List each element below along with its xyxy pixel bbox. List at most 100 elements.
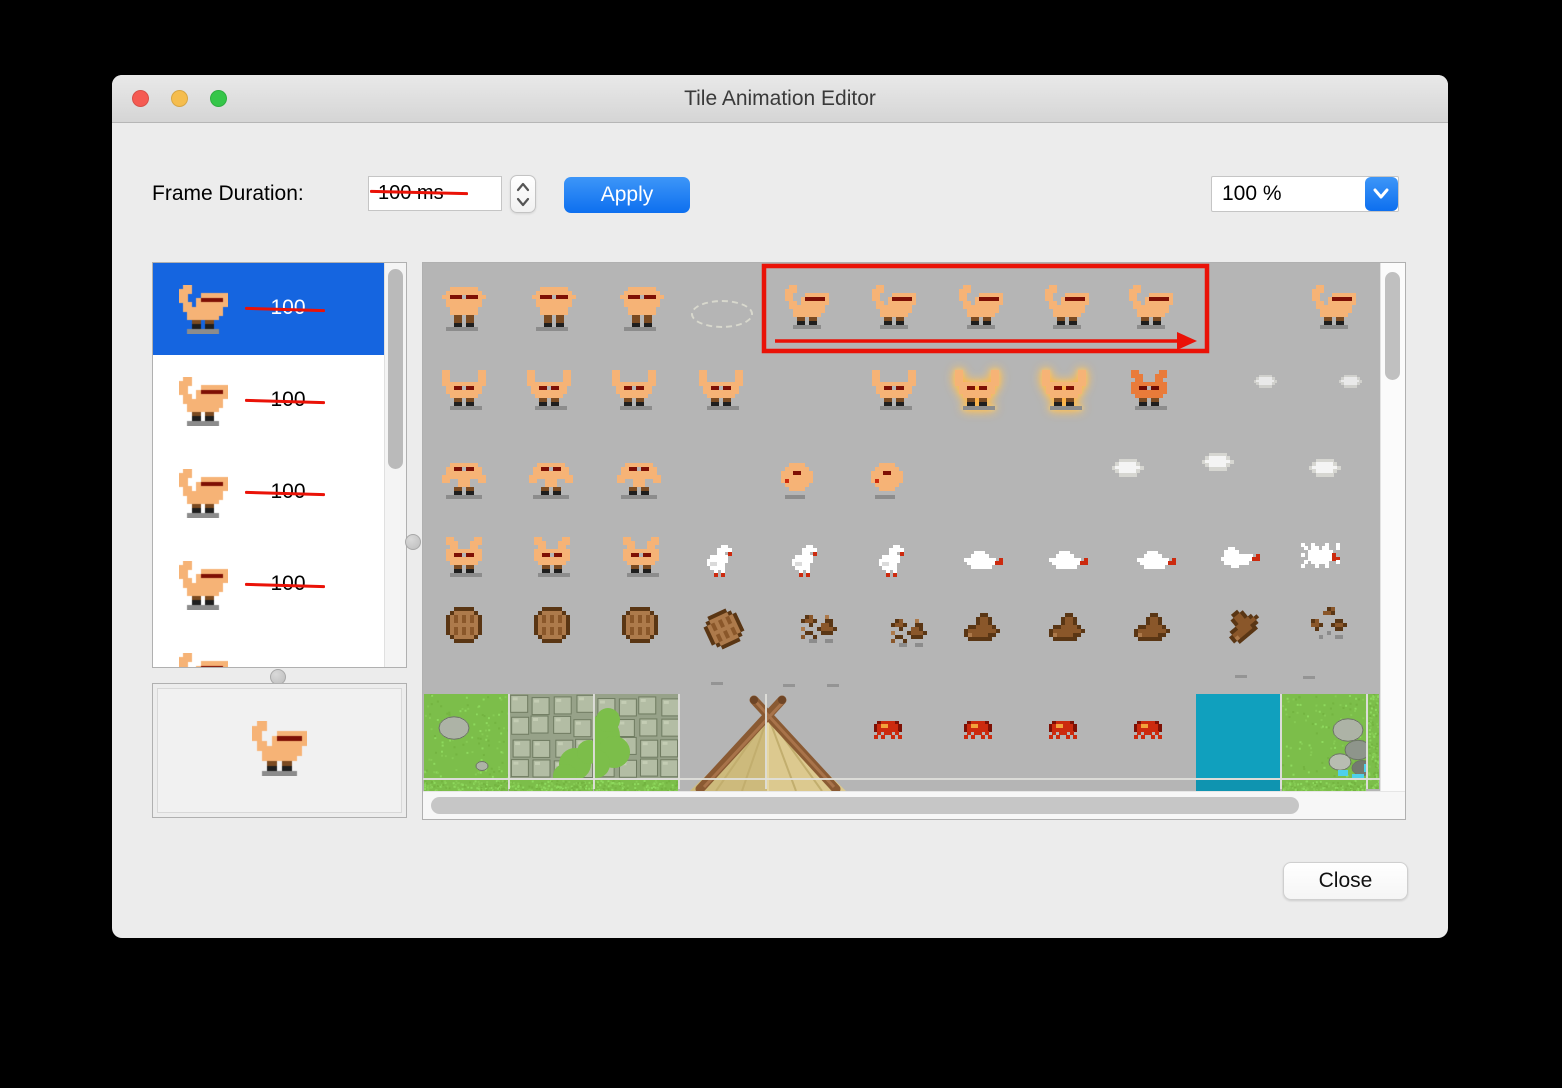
- tile-sprite-raise[interactable]: [959, 285, 1003, 329]
- tile-sprite-speck[interactable]: [783, 684, 795, 687]
- tile-sprite-crab[interactable]: [1134, 721, 1166, 739]
- tile-sprite-barrel[interactable]: [622, 607, 658, 643]
- tile-sprite-raise[interactable]: [1129, 285, 1173, 329]
- tile-gridline: [765, 694, 767, 789]
- tile-sprite-chickexplode[interactable]: [1301, 543, 1347, 568]
- tile-sprite-greenfrag[interactable]: [1368, 694, 1379, 789]
- tile-sprite-raise[interactable]: [785, 285, 829, 329]
- zoom-select[interactable]: 100 %: [1211, 176, 1399, 212]
- tile-sprite-grass[interactable]: [424, 694, 508, 778]
- tile-sprite-speck[interactable]: [827, 684, 839, 687]
- tileset-panel: [422, 262, 1406, 820]
- tile-sprite-chickfly[interactable]: [1137, 551, 1179, 572]
- tile-sprite-speck[interactable]: [1235, 675, 1247, 678]
- tile-sprite-grasswater[interactable]: [1282, 694, 1366, 778]
- tile-sprite-flex[interactable]: [442, 537, 486, 577]
- frame-list-item[interactable]: 100: [153, 539, 385, 631]
- tile-sprite-wide[interactable]: [527, 370, 571, 410]
- tile-sprite-speck[interactable]: [1303, 676, 1315, 679]
- tileset-horizontal-scrollbar[interactable]: [423, 791, 1405, 819]
- tile-sprite-crab[interactable]: [1049, 721, 1081, 739]
- tile-sprite-logtumble[interactable]: [1218, 599, 1268, 647]
- tile-sprite-rolled[interactable]: [867, 463, 911, 499]
- tile-sprite-wide[interactable]: [872, 370, 916, 410]
- frame-list-item[interactable]: 100: [153, 447, 385, 539]
- tile-sprite-stand[interactable]: [532, 287, 580, 331]
- frame-list[interactable]: 100 100 100 100 100: [152, 262, 407, 668]
- tileset-content[interactable]: [423, 263, 1380, 791]
- tile-sprite-barrel[interactable]: [446, 607, 482, 643]
- minimize-window-icon[interactable]: [171, 90, 188, 107]
- titlebar[interactable]: Tile Animation Editor: [112, 75, 1448, 123]
- tile-gridline: [1280, 694, 1282, 789]
- tile-sprite-rolled[interactable]: [777, 463, 821, 499]
- tile-sprite-crab[interactable]: [964, 721, 996, 739]
- tile-sprite-water[interactable]: [1196, 694, 1280, 778]
- frame-list-scrollbar[interactable]: [384, 263, 406, 667]
- tile-animation-editor-window: Tile Animation Editor Frame Duration: 10…: [112, 75, 1448, 938]
- tile-sprite-crouch[interactable]: [442, 459, 486, 499]
- frame-list-item[interactable]: 100: [153, 631, 385, 667]
- tile-sprite-puff[interactable]: [1202, 453, 1234, 471]
- tile-sprite-flex[interactable]: [530, 537, 574, 577]
- tile-sprite-chicken[interactable]: [879, 545, 911, 577]
- tile-sprite-chicken[interactable]: [707, 545, 739, 577]
- frame-list-item[interactable]: 100: [153, 355, 385, 447]
- tile-sprite-chickfly[interactable]: [964, 551, 1006, 572]
- tile-sprite-stone[interactable]: [509, 694, 593, 778]
- frame-duration-stepper[interactable]: [510, 175, 536, 213]
- tile-sprite-debris[interactable]: [887, 619, 931, 647]
- zoom-dropdown-cap[interactable]: [1365, 177, 1398, 211]
- apply-button[interactable]: Apply: [564, 177, 690, 213]
- zoom-window-icon[interactable]: [210, 90, 227, 107]
- tile-sprite-barreltilt[interactable]: [700, 605, 748, 653]
- tile-sprite-stand[interactable]: [620, 287, 668, 331]
- tile-sprite-chickflap[interactable]: [1221, 547, 1263, 568]
- tileset-vertical-scrollbar-thumb[interactable]: [1385, 272, 1400, 380]
- tile-sprite-raise[interactable]: [1045, 285, 1089, 329]
- horizontal-splitter-handle[interactable]: [405, 534, 421, 550]
- tile-sprite-grassfrag[interactable]: [509, 780, 593, 791]
- close-window-icon[interactable]: [132, 90, 149, 107]
- tile-sprite-stonegrass[interactable]: [594, 694, 678, 778]
- frame-thumbnail: [179, 285, 228, 339]
- tile-sprite-rage[interactable]: [1127, 370, 1171, 410]
- tile-sprite-puff[interactable]: [1309, 459, 1341, 477]
- tile-sprite-log[interactable]: [964, 613, 1004, 641]
- tile-sprite-puffsmall[interactable]: [1254, 375, 1278, 388]
- tile-sprite-puffsmall[interactable]: [1339, 375, 1363, 388]
- tile-sprite-wide[interactable]: [442, 370, 486, 410]
- tile-sprite-puff[interactable]: [1112, 459, 1144, 477]
- tile-sprite-stand[interactable]: [442, 287, 490, 331]
- frame-list-scrollbar-thumb[interactable]: [388, 269, 403, 469]
- tileset-horizontal-scrollbar-thumb[interactable]: [431, 797, 1299, 814]
- tile-sprite-crouch[interactable]: [529, 459, 573, 499]
- tileset-vertical-scrollbar[interactable]: [1380, 263, 1405, 791]
- tile-sprite-crab[interactable]: [874, 721, 906, 739]
- tile-sprite-grassfrag[interactable]: [424, 780, 508, 791]
- tile-sprite-log[interactable]: [1049, 613, 1089, 641]
- tile-sprite-speck[interactable]: [711, 682, 723, 685]
- tile-sprite-glow[interactable]: [955, 370, 999, 410]
- tile-sprite-flex[interactable]: [619, 537, 663, 577]
- tile-sprite-wide[interactable]: [699, 370, 743, 410]
- tile-sprite-raise[interactable]: [872, 285, 916, 329]
- tile-sprite-glow[interactable]: [1042, 370, 1086, 410]
- tile-sprite-grassfrag[interactable]: [1282, 780, 1366, 791]
- tile-sprite-grassfrag[interactable]: [594, 780, 678, 791]
- tile-sprite-waterfrag[interactable]: [1196, 780, 1280, 791]
- tile-sprite-log[interactable]: [1134, 613, 1174, 641]
- tile-sprite-tent[interactable]: [682, 694, 854, 791]
- tile-sprite-wide[interactable]: [612, 370, 656, 410]
- frame-list-item[interactable]: 100: [153, 263, 385, 355]
- tile-sprite-barrel[interactable]: [534, 607, 570, 643]
- tile-sprite-ghost[interactable]: [691, 300, 753, 328]
- close-button[interactable]: Close: [1283, 862, 1408, 900]
- tile-sprite-raise[interactable]: [1312, 285, 1356, 329]
- tile-sprite-crouch[interactable]: [617, 459, 661, 499]
- tile-sprite-logpieces[interactable]: [1307, 607, 1351, 639]
- tile-sprite-chicken[interactable]: [792, 545, 824, 577]
- tile-sprite-chickfly[interactable]: [1049, 551, 1091, 572]
- frame-duration-input[interactable]: 100 ms: [368, 176, 502, 211]
- tile-sprite-debris[interactable]: [797, 615, 841, 643]
